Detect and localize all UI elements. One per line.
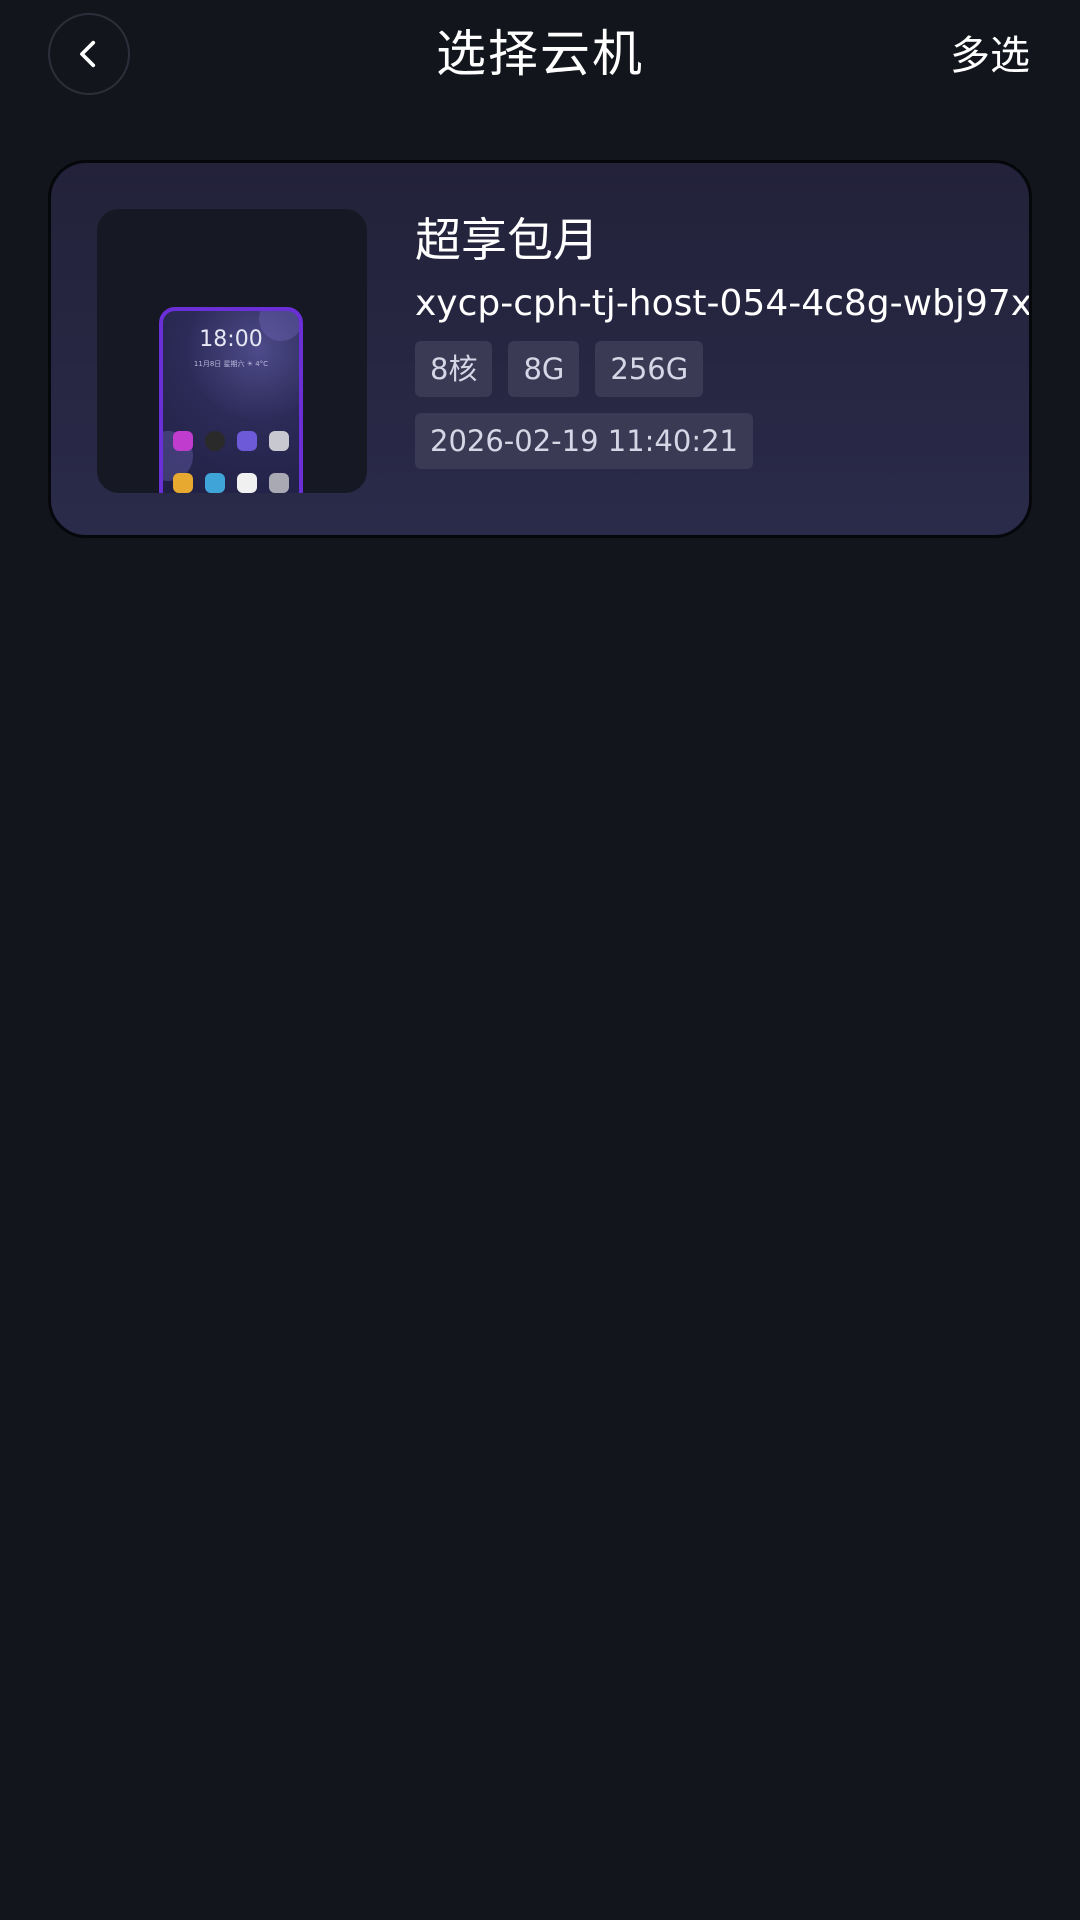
- app-store-icon: [173, 431, 193, 451]
- cpu-tag: 8核: [415, 341, 493, 397]
- page-title: 选择云机: [436, 25, 644, 83]
- multi-select-button[interactable]: 多选: [950, 28, 1030, 84]
- host-id: xycp-cph-tj-host-054-4c8g-wbj97x: [415, 283, 1032, 324]
- weather-app-icon: [237, 431, 257, 451]
- camera-app-icon: [269, 431, 289, 451]
- expiry-datetime: 2026-02-19 11:40:21: [415, 413, 753, 469]
- calendar-app-icon: [237, 473, 257, 493]
- cloud-phone-card[interactable]: 18:00 11月8日 星期六 ☀ 4°C 超享包月 xycp-cph-tj-h…: [48, 160, 1032, 538]
- cloud-phone-thumbnail: 18:00 11月8日 星期六 ☀ 4°C: [97, 209, 367, 493]
- app-root: 选择云机 多选 18:00 11月8日 星期六 ☀ 4°C 超享包月 xycp-: [0, 0, 1080, 1920]
- phone-date: 11月8日 星期六 ☀ 4°C: [193, 360, 269, 368]
- plan-name: 超享包月: [415, 213, 599, 267]
- files-app-icon: [173, 473, 193, 493]
- settings-app-icon: [269, 473, 289, 493]
- clock-app-icon: [205, 431, 225, 451]
- header: 选择云机 多选: [0, 0, 1080, 112]
- phone-clock: 18:00: [199, 327, 263, 352]
- phone-screen-preview: 18:00 11月8日 星期六 ☀ 4°C: [159, 307, 303, 493]
- storage-tag: 256G: [595, 341, 704, 397]
- card-info: 超享包月 xycp-cph-tj-host-054-4c8g-wbj97x 8核…: [415, 211, 1032, 469]
- memory-tag: 8G: [508, 341, 580, 397]
- spec-tags: 8核 8G 256G: [415, 341, 1029, 397]
- game-app-icon: [205, 473, 225, 493]
